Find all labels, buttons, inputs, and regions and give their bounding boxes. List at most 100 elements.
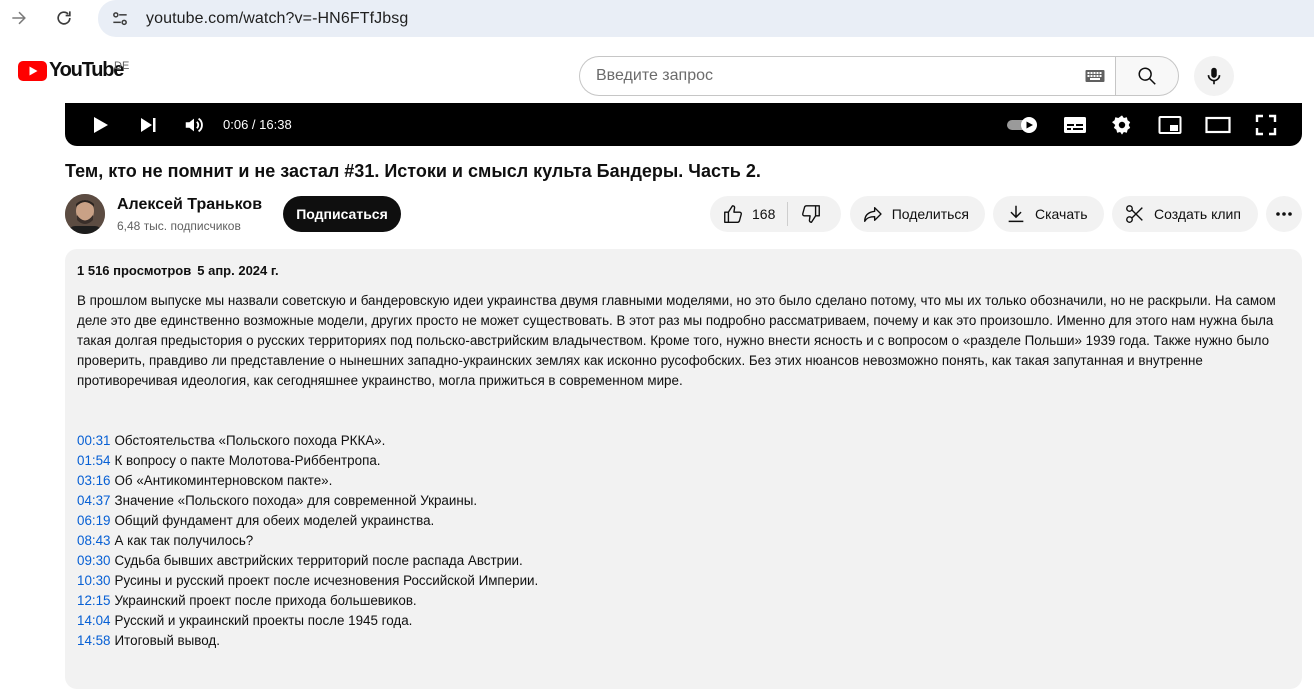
chapter-title: А как так получилось?	[114, 533, 254, 548]
upload-date: 5 апр. 2024 г.	[197, 263, 279, 278]
chapter-title: Об «Антикоминтерновском пакте».	[114, 473, 333, 488]
chapter-title: Обстоятельства «Польского похода РККА».	[114, 433, 386, 448]
chapter-title: Русины и русский проект после исчезновен…	[114, 573, 539, 588]
more-horizontal-icon	[1276, 212, 1292, 216]
video-title: Тем, кто не помнит и не застал #31. Исто…	[65, 161, 761, 181]
chapter-item: 01:54 К вопросу о пакте Молотова-Риббентр…	[77, 451, 1290, 471]
subscriber-count: 6,48 тыс. подписчиков	[117, 219, 241, 233]
subscribe-button[interactable]: Подписаться	[283, 196, 401, 232]
chapter-timestamp-link[interactable]: 10:30	[77, 573, 111, 588]
miniplayer-icon	[1158, 115, 1182, 134]
description-text: В прошлом выпуске мы назвали советскую и…	[77, 293, 1276, 388]
chapter-title: Общий фундамент для обеих моделей украин…	[114, 513, 435, 528]
chapter-title: Значение «Польского похода» для современ…	[114, 493, 478, 508]
url-text[interactable]: youtube.com/watch?v=-HN6FTfJbsg	[146, 10, 408, 28]
play-button[interactable]	[85, 103, 115, 146]
chapter-timestamp-link[interactable]: 08:43	[77, 533, 111, 548]
chapter-title: Украинский проект после прихода большеви…	[114, 593, 417, 608]
address-bar[interactable]: youtube.com/watch?v=-HN6FTfJbsg	[98, 0, 1314, 37]
thumbs-down-icon	[802, 205, 821, 223]
chapter-timestamp-link[interactable]: 01:54	[77, 453, 111, 468]
region-code: DE	[114, 60, 130, 72]
gear-icon	[1112, 114, 1131, 135]
chapter-timestamp-link[interactable]: 12:15	[77, 593, 111, 608]
chapter-timestamp-link[interactable]: 00:31	[77, 433, 111, 448]
chapter-item: 12:15 Украинский проект после прихода бол…	[77, 591, 1290, 611]
microphone-icon	[1207, 67, 1221, 85]
reload-icon[interactable]	[49, 4, 79, 32]
chapter-title: Итоговый вывод.	[114, 633, 220, 648]
theater-mode-icon	[1205, 116, 1231, 133]
like-button[interactable]: 168	[710, 196, 787, 232]
chapter-item: 00:31 Обстоятельства «Польского похода РК…	[77, 431, 1290, 451]
chapter-item: 14:04 Русский и украинский проекты после …	[77, 611, 1290, 631]
chapter-item: 14:58 Итоговый вывод.	[77, 631, 1290, 651]
chapter-title: К вопросу о пакте Молотова-Риббентропа.	[114, 453, 381, 468]
create-clip-label: Создать клип	[1154, 206, 1241, 222]
view-count: 1 516 просмотров	[77, 263, 192, 278]
like-dislike-group: 168	[710, 196, 841, 232]
youtube-logo[interactable]: YouTube	[18, 59, 124, 82]
channel-avatar[interactable]	[65, 194, 105, 234]
volume-icon	[185, 117, 203, 132]
site-settings-icon[interactable]	[102, 5, 138, 33]
keyboard-icon[interactable]	[1085, 68, 1105, 84]
chapter-timestamp-link[interactable]: 06:19	[77, 513, 111, 528]
play-icon	[94, 116, 108, 133]
search-icon	[1138, 67, 1156, 85]
chapter-item: 08:43 А как так получилось?	[77, 531, 1290, 551]
share-button[interactable]: Поделиться	[850, 196, 985, 232]
next-button[interactable]	[133, 103, 163, 146]
description-meta: 1 516 просмотров 5 апр. 2024 г.	[77, 263, 1290, 278]
chapter-item: 10:30 Русины и русский проект после исчез…	[77, 571, 1290, 591]
chapter-item: 03:16 Об «Антикоминтерновском пакте».	[77, 471, 1290, 491]
like-count: 168	[752, 206, 776, 222]
chapter-list: 00:31 Обстоятельства «Польского похода РК…	[77, 431, 1290, 651]
video-player-controls: 0:06 / 16:38	[65, 103, 1302, 146]
skip-next-icon	[141, 117, 156, 132]
settings-button[interactable]	[1105, 103, 1139, 146]
share-label: Поделиться	[891, 206, 969, 222]
chapter-item: 06:19 Общий фундамент для обеих моделей у…	[77, 511, 1290, 531]
create-clip-button[interactable]: Создать клип	[1112, 196, 1258, 232]
chapter-timestamp-link[interactable]: 14:58	[77, 633, 111, 648]
chapter-timestamp-link[interactable]: 14:04	[77, 613, 111, 628]
mute-button[interactable]	[179, 103, 209, 146]
share-arrow-icon	[864, 206, 882, 222]
avatar-photo	[65, 194, 105, 234]
time-display: 0:06 / 16:38	[223, 117, 292, 132]
chapter-item: 09:30 Судьба бывших австрийских территори…	[77, 551, 1290, 571]
search-bar	[579, 56, 1179, 96]
fullscreen-icon	[1255, 114, 1277, 135]
youtube-play-logo-icon	[18, 60, 47, 81]
chapter-timestamp-link[interactable]: 09:30	[77, 553, 111, 568]
voice-search-button[interactable]	[1194, 56, 1234, 96]
dislike-button[interactable]	[788, 196, 836, 232]
download-icon	[1008, 205, 1024, 223]
miniplayer-button[interactable]	[1153, 103, 1187, 146]
thumbs-up-icon	[724, 205, 742, 223]
search-button[interactable]	[1115, 56, 1179, 96]
youtube-header: YouTube DE	[0, 46, 1314, 103]
channel-name[interactable]: Алексей Траньков	[117, 196, 262, 214]
autoplay-toggle[interactable]	[1003, 103, 1043, 146]
subtitles-icon	[1064, 116, 1086, 133]
description-box[interactable]: 1 516 просмотров 5 апр. 2024 г. В прошлом…	[65, 249, 1302, 689]
theater-mode-button[interactable]	[1201, 103, 1235, 146]
youtube-logo-text: YouTube	[49, 59, 124, 81]
forward-arrow-icon[interactable]	[4, 4, 34, 32]
more-actions-button[interactable]	[1266, 196, 1302, 232]
browser-toolbar: youtube.com/watch?v=-HN6FTfJbsg	[0, 0, 1314, 37]
search-input[interactable]	[579, 56, 1115, 96]
fullscreen-button[interactable]	[1249, 103, 1283, 146]
chapter-item: 04:37 Значение «Польского похода» для сов…	[77, 491, 1290, 511]
chapter-title: Русский и украинский проекты после 1945 …	[114, 613, 413, 628]
chapter-timestamp-link[interactable]: 04:37	[77, 493, 111, 508]
download-button[interactable]: Скачать	[993, 196, 1104, 232]
chapter-timestamp-link[interactable]: 03:16	[77, 473, 111, 488]
download-label: Скачать	[1035, 206, 1088, 222]
chapter-title: Судьба бывших австрийских территорий пос…	[114, 553, 523, 568]
autoplay-toggle-icon	[1007, 116, 1037, 133]
scissors-icon	[1126, 205, 1143, 223]
subtitles-button[interactable]	[1058, 103, 1092, 146]
